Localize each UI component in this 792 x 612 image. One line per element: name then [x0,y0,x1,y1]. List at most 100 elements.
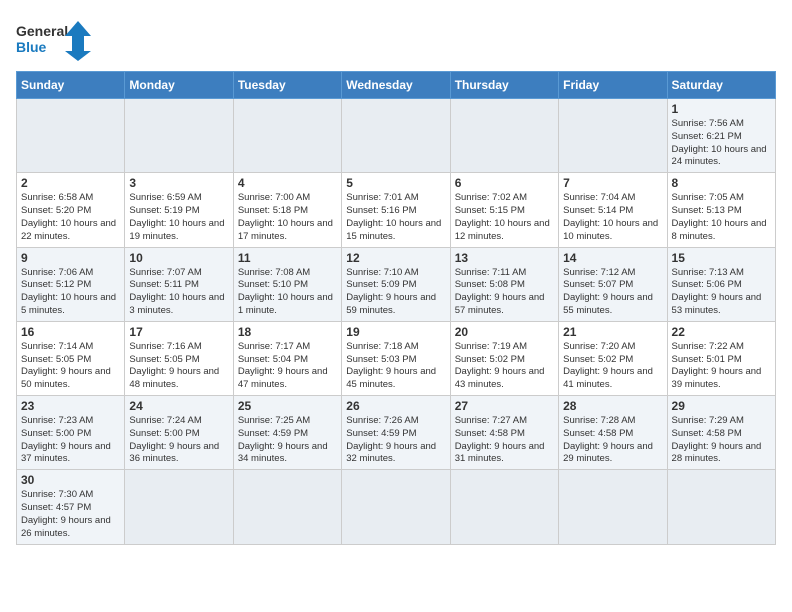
calendar-cell: 8 Sunrise: 7:05 AM Sunset: 5:13 PM Daylig… [667,173,775,247]
day-info: Sunrise: 7:20 AM Sunset: 5:02 PM Dayligh… [563,341,662,392]
calendar-cell [233,99,341,173]
calendar-cell: 22Sunrise: 7:22 AM Sunset: 5:01 PM Dayli… [667,321,775,395]
calendar-cell [233,470,341,544]
day-info: Sunrise: 7:25 AM Sunset: 4:59 PM Dayligh… [238,415,337,466]
day-info: Sunrise: 6:58 AM Sunset: 5:20 PM Dayligh… [21,192,120,243]
calendar-cell: 12 Sunrise: 7:10 AM Sunset: 5:09 PM Dayli… [342,247,450,321]
calendar-cell: 18 Sunrise: 7:17 AM Sunset: 5:04 PM Dayli… [233,321,341,395]
svg-text:Blue: Blue [16,39,47,55]
day-info: Sunrise: 7:24 AM Sunset: 5:00 PM Dayligh… [129,415,228,466]
day-info: Sunrise: 7:00 AM Sunset: 5:18 PM Dayligh… [238,192,337,243]
day-info: Sunrise: 7:14 AM Sunset: 5:05 PM Dayligh… [21,341,120,392]
day-info: Sunrise: 7:05 AM Sunset: 5:13 PM Dayligh… [672,192,771,243]
calendar-cell: 21 Sunrise: 7:20 AM Sunset: 5:02 PM Dayli… [559,321,667,395]
day-number: 22 [672,325,771,339]
day-info: Sunrise: 7:12 AM Sunset: 5:07 PM Dayligh… [563,267,662,318]
day-info: Sunrise: 7:02 AM Sunset: 5:15 PM Dayligh… [455,192,554,243]
weekday-header-monday: Monday [125,72,233,99]
calendar-cell: 27Sunrise: 7:27 AM Sunset: 4:58 PM Dayli… [450,396,558,470]
day-number: 26 [346,399,445,413]
day-number: 19 [346,325,445,339]
generalblue-logo-icon: GeneralBlue [16,16,96,61]
weekday-header-sunday: Sunday [17,72,125,99]
day-number: 23 [21,399,120,413]
calendar-cell: 16Sunrise: 7:14 AM Sunset: 5:05 PM Dayli… [17,321,125,395]
day-number: 14 [563,251,662,265]
weekday-header-friday: Friday [559,72,667,99]
day-info: Sunrise: 7:29 AM Sunset: 4:58 PM Dayligh… [672,415,771,466]
svg-text:General: General [16,23,68,39]
day-info: Sunrise: 7:13 AM Sunset: 5:06 PM Dayligh… [672,267,771,318]
day-number: 4 [238,176,337,190]
day-number: 28 [563,399,662,413]
day-number: 21 [563,325,662,339]
day-info: Sunrise: 7:10 AM Sunset: 5:09 PM Dayligh… [346,267,445,318]
day-number: 20 [455,325,554,339]
calendar-cell [450,470,558,544]
calendar-cell [450,99,558,173]
calendar-cell: 25 Sunrise: 7:25 AM Sunset: 4:59 PM Dayli… [233,396,341,470]
calendar-cell: 10Sunrise: 7:07 AM Sunset: 5:11 PM Dayli… [125,247,233,321]
calendar-cell [559,99,667,173]
day-number: 30 [21,473,120,487]
calendar-cell: 7 Sunrise: 7:04 AM Sunset: 5:14 PM Daylig… [559,173,667,247]
day-info: Sunrise: 7:11 AM Sunset: 5:08 PM Dayligh… [455,267,554,318]
calendar-table: SundayMondayTuesdayWednesdayThursdayFrid… [16,71,776,545]
day-info: Sunrise: 7:28 AM Sunset: 4:58 PM Dayligh… [563,415,662,466]
day-number: 18 [238,325,337,339]
calendar-cell: 14 Sunrise: 7:12 AM Sunset: 5:07 PM Dayli… [559,247,667,321]
day-info: Sunrise: 7:16 AM Sunset: 5:05 PM Dayligh… [129,341,228,392]
day-info: Sunrise: 7:07 AM Sunset: 5:11 PM Dayligh… [129,267,228,318]
calendar-body: 1Sunrise: 7:56 AM Sunset: 6:21 PM Daylig… [17,99,776,545]
calendar-cell [125,99,233,173]
calendar-cell: 15 Sunrise: 7:13 AM Sunset: 5:06 PM Dayli… [667,247,775,321]
calendar-cell: 11Sunrise: 7:08 AM Sunset: 5:10 PM Dayli… [233,247,341,321]
weekday-header-tuesday: Tuesday [233,72,341,99]
calendar-cell: 6 Sunrise: 7:02 AM Sunset: 5:15 PM Daylig… [450,173,558,247]
day-number: 29 [672,399,771,413]
day-info: Sunrise: 7:06 AM Sunset: 5:12 PM Dayligh… [21,267,120,318]
day-info: Sunrise: 7:18 AM Sunset: 5:03 PM Dayligh… [346,341,445,392]
calendar-cell [342,470,450,544]
weekday-header-wednesday: Wednesday [342,72,450,99]
day-info: Sunrise: 6:59 AM Sunset: 5:19 PM Dayligh… [129,192,228,243]
calendar-cell: 19 Sunrise: 7:18 AM Sunset: 5:03 PM Dayli… [342,321,450,395]
day-info: Sunrise: 7:26 AM Sunset: 4:59 PM Dayligh… [346,415,445,466]
day-info: Sunrise: 7:04 AM Sunset: 5:14 PM Dayligh… [563,192,662,243]
day-number: 12 [346,251,445,265]
calendar-cell: 9 Sunrise: 7:06 AM Sunset: 5:12 PM Daylig… [17,247,125,321]
day-info: Sunrise: 7:30 AM Sunset: 4:57 PM Dayligh… [21,489,120,540]
calendar-cell: 4 Sunrise: 7:00 AM Sunset: 5:18 PM Daylig… [233,173,341,247]
calendar-cell: 26 Sunrise: 7:26 AM Sunset: 4:59 PM Dayli… [342,396,450,470]
day-info: Sunrise: 7:17 AM Sunset: 5:04 PM Dayligh… [238,341,337,392]
calendar-cell: 2Sunrise: 6:58 AM Sunset: 5:20 PM Daylig… [17,173,125,247]
day-number: 8 [672,176,771,190]
logo: GeneralBlue [16,16,96,61]
calendar-cell: 5Sunrise: 7:01 AM Sunset: 5:16 PM Daylig… [342,173,450,247]
calendar-cell [17,99,125,173]
day-number: 25 [238,399,337,413]
calendar-header: GeneralBlue [16,16,776,61]
calendar-cell: 30 Sunrise: 7:30 AM Sunset: 4:57 PM Dayli… [17,470,125,544]
day-number: 15 [672,251,771,265]
day-info: Sunrise: 7:08 AM Sunset: 5:10 PM Dayligh… [238,267,337,318]
calendar-cell: 29 Sunrise: 7:29 AM Sunset: 4:58 PM Dayli… [667,396,775,470]
calendar-header-row: SundayMondayTuesdayWednesdayThursdayFrid… [17,72,776,99]
calendar-cell: 13Sunrise: 7:11 AM Sunset: 5:08 PM Dayli… [450,247,558,321]
day-number: 27 [455,399,554,413]
calendar-cell [559,470,667,544]
day-number: 6 [455,176,554,190]
weekday-header-thursday: Thursday [450,72,558,99]
calendar-cell: 20 Sunrise: 7:19 AM Sunset: 5:02 PM Dayli… [450,321,558,395]
weekday-header-saturday: Saturday [667,72,775,99]
day-number: 24 [129,399,228,413]
calendar-cell: 24 Sunrise: 7:24 AM Sunset: 5:00 PM Dayli… [125,396,233,470]
day-info: Sunrise: 7:19 AM Sunset: 5:02 PM Dayligh… [455,341,554,392]
calendar-cell [667,470,775,544]
calendar-cell: 1Sunrise: 7:56 AM Sunset: 6:21 PM Daylig… [667,99,775,173]
day-number: 5 [346,176,445,190]
day-number: 17 [129,325,228,339]
day-number: 9 [21,251,120,265]
day-number: 7 [563,176,662,190]
day-number: 3 [129,176,228,190]
